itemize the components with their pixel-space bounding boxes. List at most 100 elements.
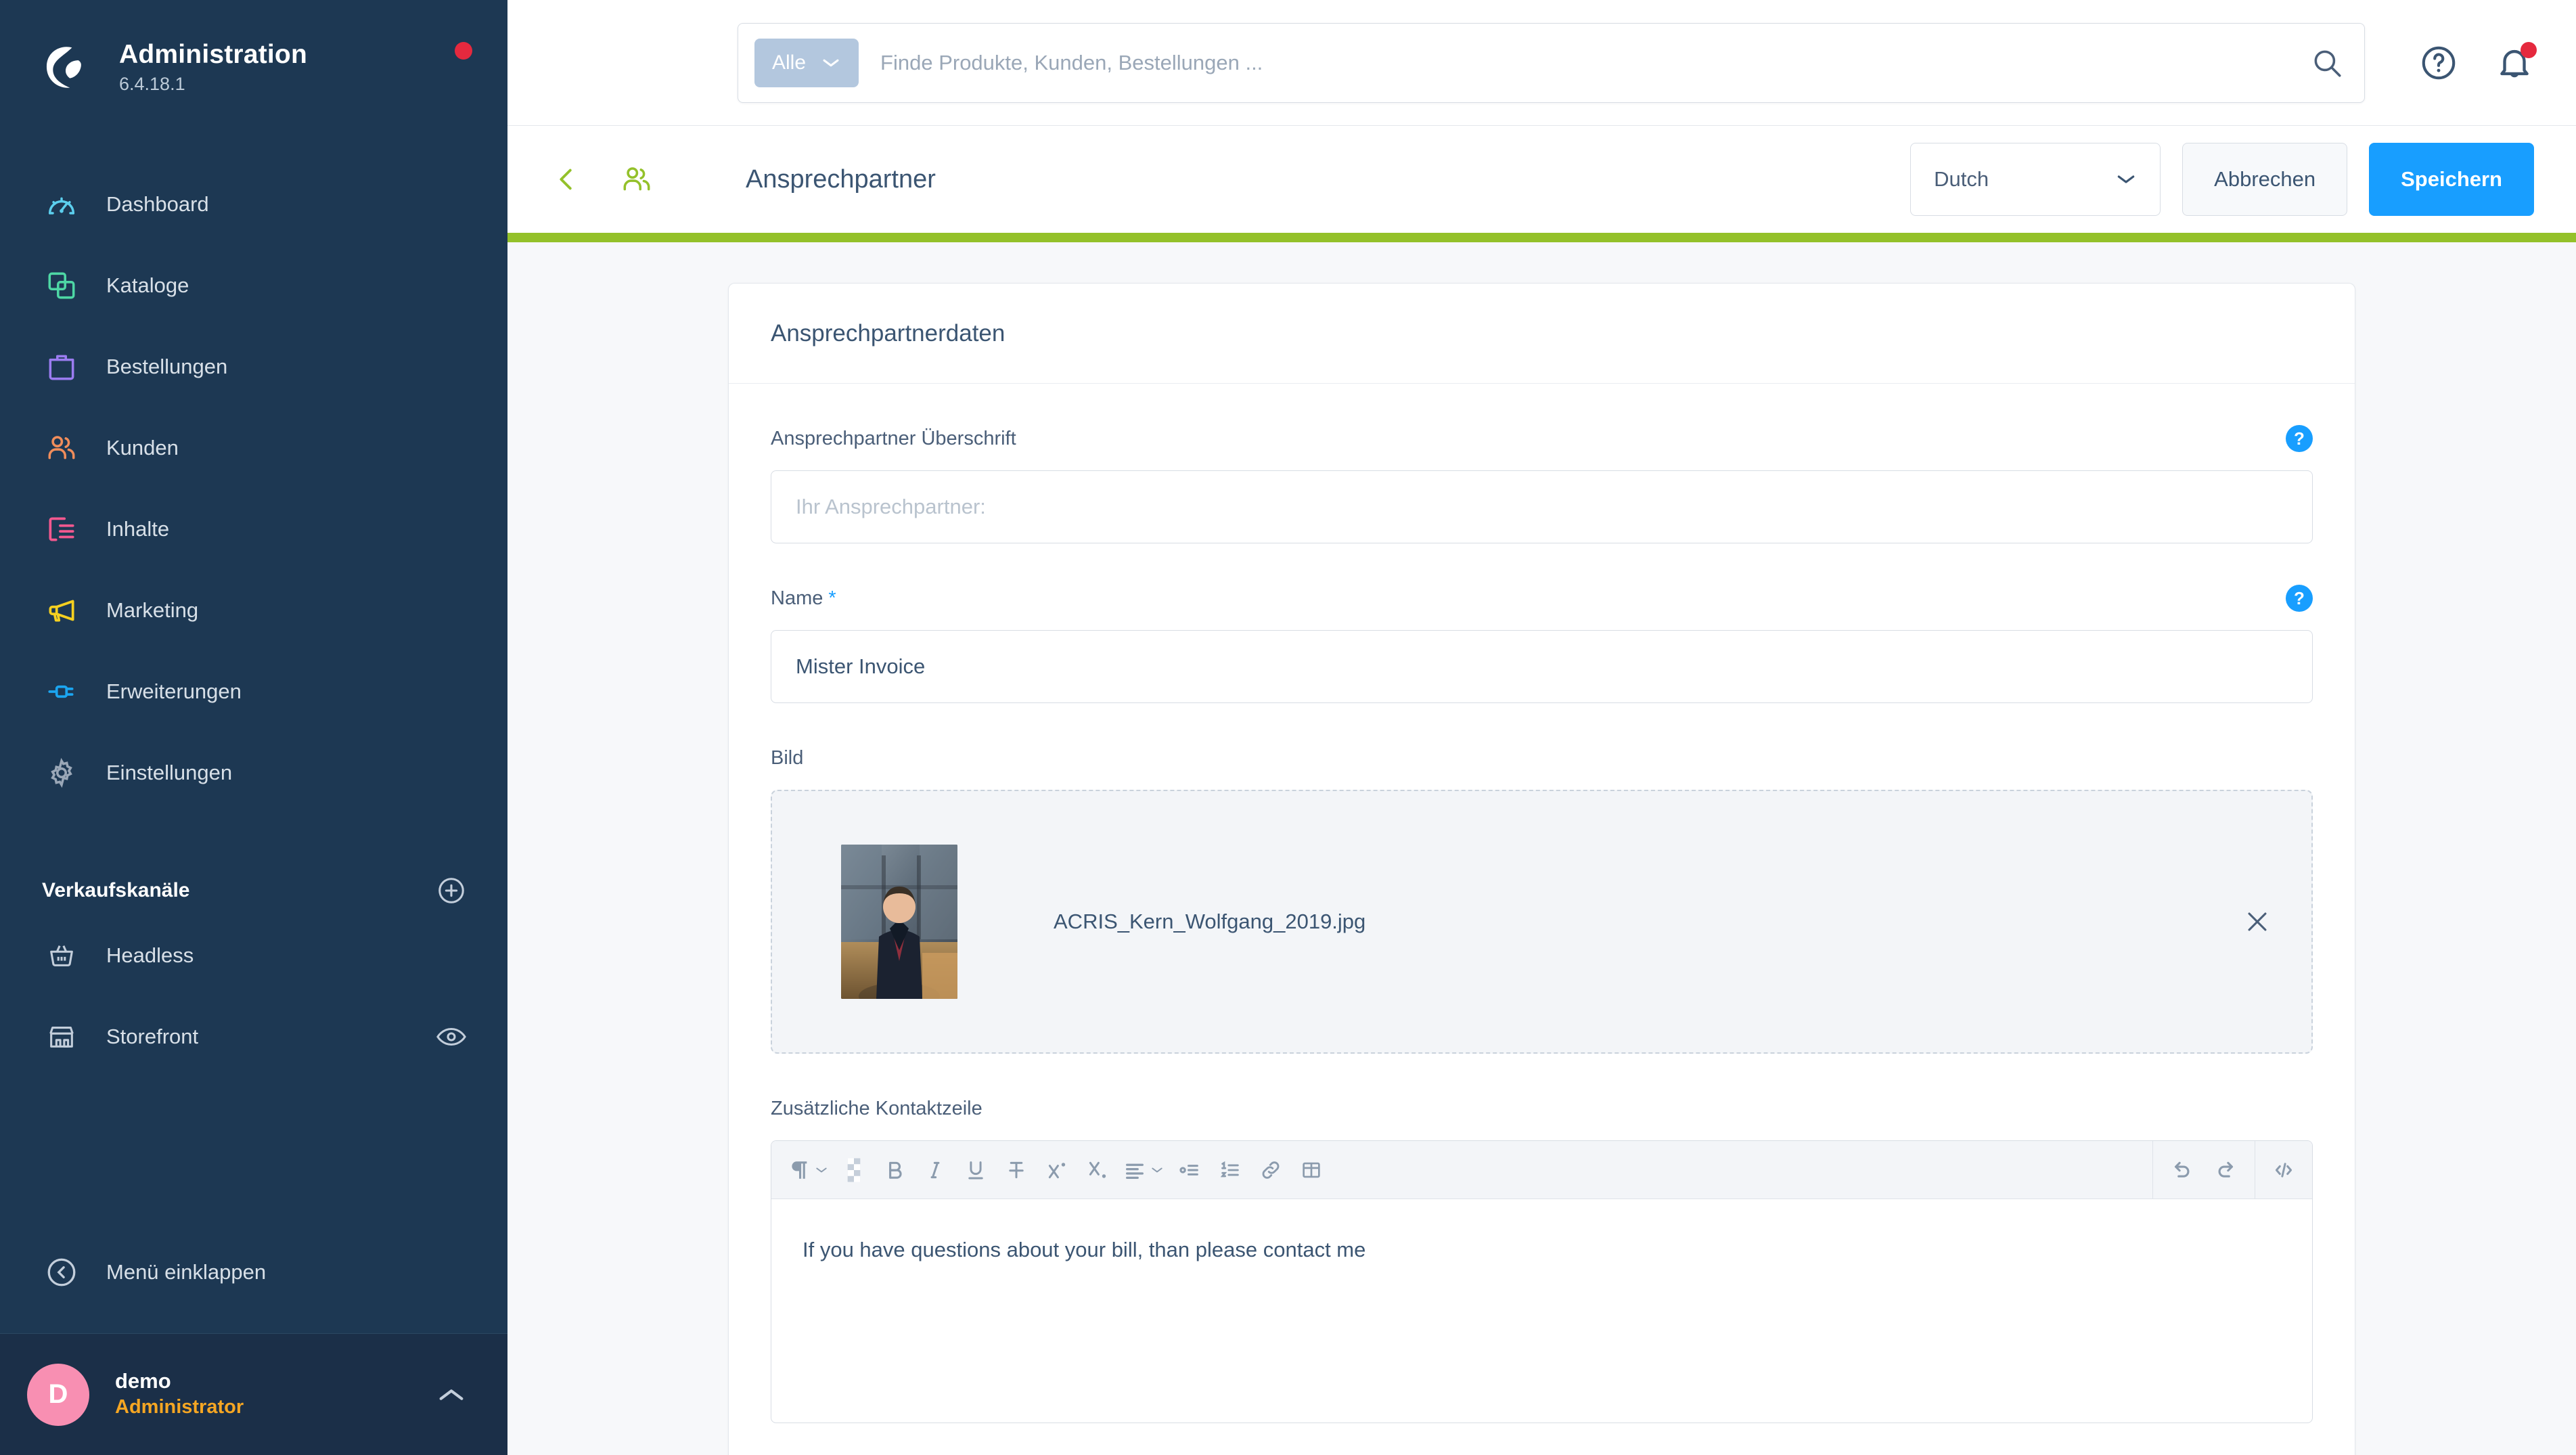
sidebar-item-storefront[interactable]: Storefront <box>0 996 507 1077</box>
global-search-bar[interactable]: Alle <box>738 23 2365 103</box>
rich-text-editor: If you have questions about your bill, t… <box>771 1140 2313 1423</box>
sidebar-item-bestellungen[interactable]: Bestellungen <box>0 326 507 407</box>
italic-icon[interactable] <box>916 1149 954 1191</box>
heading-input[interactable] <box>771 470 2313 543</box>
sidebar-item-label: Kataloge <box>106 273 189 297</box>
sidebar-item-label: Storefront <box>106 1025 199 1048</box>
help-tooltip-icon[interactable]: ? <box>2286 425 2313 452</box>
image-upload-zone[interactable]: ACRIS_Kern_Wolfgang_2019.jpg <box>771 790 2313 1054</box>
user-info: demo Administrator <box>115 1368 436 1420</box>
notification-badge-dot <box>2521 42 2537 58</box>
cancel-button[interactable]: Abbrechen <box>2182 143 2348 216</box>
field-image: Bild ACRIS_Kern_Wolfgang_2019.jpg <box>771 741 2313 1054</box>
field-label-row: Ansprechpartner Überschrift ? <box>771 422 2313 455</box>
remove-image-icon[interactable] <box>2238 903 2276 941</box>
help-tooltip-icon[interactable]: ? <box>2286 585 2313 612</box>
bag-icon <box>42 347 81 386</box>
bullet-list-icon[interactable] <box>1171 1149 1208 1191</box>
sidebar-item-label: Kunden <box>106 436 179 460</box>
topbar: Alle <box>507 0 2576 126</box>
field-label-row: Bild <box>771 741 2313 775</box>
field-label: Bild <box>771 746 804 769</box>
align-icon[interactable] <box>1119 1149 1168 1191</box>
editor-toolbar <box>771 1141 2312 1199</box>
required-marker: * <box>828 587 836 609</box>
sidebar-item-label: Erweiterungen <box>106 679 242 703</box>
undo-icon[interactable] <box>2163 1149 2200 1191</box>
sidebar-item-label: Bestellungen <box>106 355 228 378</box>
redo-icon[interactable] <box>2207 1149 2245 1191</box>
add-sales-channel-icon[interactable] <box>436 875 467 906</box>
chevron-left-circle-icon <box>42 1253 81 1292</box>
field-label-row: Name * ? <box>771 581 2313 615</box>
field-label: Name <box>771 587 823 609</box>
card-title: Ansprechpartnerdaten <box>771 319 1005 346</box>
field-heading: Ansprechpartner Überschrift ? <box>771 422 2313 543</box>
topbar-icons <box>2418 0 2537 126</box>
page-header: Ansprechpartner Dutch Abbrechen Speicher… <box>507 126 2576 233</box>
back-chevron-icon[interactable] <box>545 164 587 195</box>
editor-toolbar-left-group <box>771 1149 2152 1191</box>
search-scope-label: Alle <box>772 51 807 74</box>
strikethrough-icon[interactable] <box>997 1149 1035 1191</box>
sidebar-item-kataloge[interactable]: Kataloge <box>0 245 507 326</box>
chevron-up-icon[interactable] <box>436 1385 467 1405</box>
search-input[interactable] <box>880 51 2290 75</box>
sidebar-item-label: Dashboard <box>106 192 209 216</box>
underline-icon[interactable] <box>957 1149 995 1191</box>
sidebar-item-inhalte[interactable]: Inhalte <box>0 489 507 570</box>
link-icon[interactable] <box>1252 1149 1290 1191</box>
history-group <box>2152 1141 2255 1199</box>
sidebar-item-einstellungen[interactable]: Einstellungen <box>0 732 507 813</box>
field-label: Zusätzliche Kontaktzeile <box>771 1097 982 1119</box>
contact-person-data-card: Ansprechpartnerdaten Ansprechpartner Übe… <box>728 283 2355 1455</box>
help-icon[interactable] <box>2418 42 2460 84</box>
name-input[interactable] <box>771 630 2313 703</box>
notifications-bell-icon[interactable] <box>2493 42 2537 84</box>
field-contact-line: Zusätzliche Kontaktzeile If you have que… <box>771 1092 2313 1423</box>
chevron-down-icon <box>2115 172 2137 187</box>
brand-version: 6.4.18.1 <box>119 74 185 95</box>
sidebar-item-kunden[interactable]: Kunden <box>0 407 507 489</box>
sidebar-brand[interactable]: Administration 6.4.18.1 <box>0 0 507 135</box>
bold-icon[interactable] <box>876 1149 913 1191</box>
source-code-icon[interactable] <box>2265 1149 2303 1191</box>
field-label: Ansprechpartner Überschrift <box>771 427 1016 449</box>
collapse-menu-button[interactable]: Menü einklappen <box>0 1232 507 1313</box>
language-select[interactable]: Dutch <box>1910 143 2161 216</box>
preview-storefront-eye-icon[interactable] <box>436 1026 467 1048</box>
user-account-area[interactable]: D demo Administrator <box>0 1333 507 1455</box>
user-role: Administrator <box>115 1396 244 1418</box>
paragraph-format-icon[interactable] <box>784 1149 832 1191</box>
user-name: demo <box>115 1369 171 1393</box>
sidebar-item-dashboard[interactable]: Dashboard <box>0 164 507 245</box>
numbered-list-icon[interactable] <box>1211 1149 1249 1191</box>
text-color-icon[interactable] <box>835 1149 873 1191</box>
subscript-icon[interactable] <box>1079 1149 1116 1191</box>
card-body: Ansprechpartner Überschrift ? Name * ? <box>729 384 2355 1455</box>
table-icon[interactable] <box>1292 1149 1330 1191</box>
megaphone-icon <box>42 591 81 630</box>
update-indicator-dot <box>455 42 472 60</box>
sidebar: Administration 6.4.18.1 Dashboard Katalo… <box>0 0 507 1455</box>
chevron-down-icon <box>821 56 841 70</box>
collapse-menu-label: Menü einklappen <box>106 1260 267 1284</box>
accent-bar <box>507 233 2576 242</box>
language-select-value: Dutch <box>1934 167 1989 191</box>
copy-icon <box>42 266 81 305</box>
sidebar-item-label: Einstellungen <box>106 761 233 784</box>
content-icon <box>42 510 81 549</box>
search-scope-selector[interactable]: Alle <box>754 39 859 87</box>
search-icon[interactable] <box>2290 46 2364 80</box>
superscript-icon[interactable] <box>1038 1149 1076 1191</box>
speedometer-icon <box>42 185 81 224</box>
sidebar-item-erweiterungen[interactable]: Erweiterungen <box>0 651 507 732</box>
page-title: Ansprechpartner <box>746 164 936 194</box>
store-icon <box>42 1017 81 1056</box>
save-button[interactable]: Speichern <box>2369 143 2534 216</box>
users-icon <box>42 428 81 468</box>
sales-channels-section-header: Verkaufskanäle <box>0 866 507 915</box>
editor-content[interactable]: If you have questions about your bill, t… <box>771 1199 2312 1423</box>
sidebar-item-headless[interactable]: Headless <box>0 915 507 996</box>
sidebar-item-marketing[interactable]: Marketing <box>0 570 507 651</box>
